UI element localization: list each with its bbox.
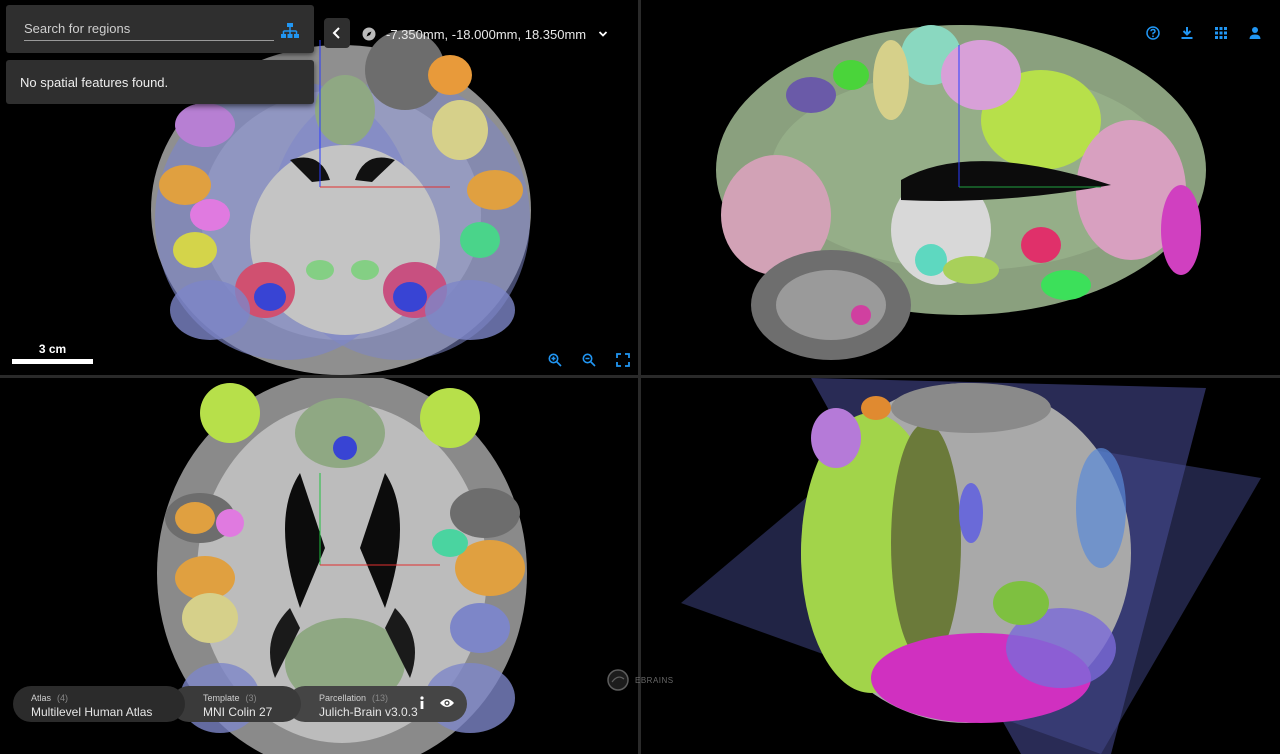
- account-icon[interactable]: [1248, 26, 1262, 40]
- atlas-chip-value: Multilevel Human Atlas: [31, 705, 153, 719]
- download-icon[interactable]: [1180, 26, 1194, 40]
- spatial-features-panel: No spatial features found.: [6, 60, 314, 104]
- atlas-chip[interactable]: Atlas (4) Multilevel Human Atlas: [13, 686, 185, 722]
- search-panel: [6, 5, 314, 53]
- 3d-viewport[interactable]: [641, 378, 1280, 754]
- parcellation-actions: [417, 696, 455, 710]
- viewport-divider-horizontal[interactable]: [0, 375, 1280, 378]
- coronal-viewport[interactable]: [0, 0, 638, 375]
- parcellation-chip-count: (13): [372, 693, 389, 703]
- atlas-selector-chips: Atlas (4) Multilevel Human Atlas Template…: [13, 686, 467, 722]
- scale-line: [12, 359, 93, 364]
- hierarchy-tree-icon[interactable]: [280, 21, 300, 41]
- top-toolbar: [1146, 26, 1262, 40]
- coronal-slice-image: [151, 30, 531, 375]
- eye-icon[interactable]: [439, 697, 455, 709]
- template-chip-value: MNI Colin 27: [203, 705, 273, 719]
- ebrains-logo-icon: [607, 669, 629, 691]
- chevron-left-icon: [332, 27, 340, 39]
- viewport-tools: [548, 353, 630, 367]
- coordinates-text: -7.350mm, -18.000mm, 18.350mm: [386, 26, 587, 42]
- parcellation-chip[interactable]: Parcellation (13) Julich-Brain v3.0.3: [287, 686, 467, 722]
- scale-label: 3 cm: [38, 342, 67, 356]
- parcellation-chip-title: Parcellation: [319, 693, 367, 703]
- template-chip-count: (3): [245, 693, 257, 703]
- help-icon[interactable]: [1146, 26, 1160, 40]
- apps-grid-icon[interactable]: [1214, 26, 1228, 40]
- scale-bar: 3 cm: [12, 342, 93, 364]
- compass-icon: [362, 27, 376, 41]
- maximize-icon[interactable]: [616, 353, 630, 367]
- template-chip[interactable]: Template (3) MNI Colin 27: [171, 686, 301, 722]
- collapse-panel-button[interactable]: [324, 18, 350, 48]
- info-icon[interactable]: [417, 696, 427, 710]
- zoom-out-icon[interactable]: [582, 353, 596, 367]
- chevron-down-icon[interactable]: [598, 29, 608, 39]
- coordinate-readout[interactable]: -7.350mm, -18.000mm, 18.350mm: [362, 24, 608, 44]
- ebrains-text: EBRAINS: [635, 675, 674, 685]
- ebrains-logo: EBRAINS: [607, 669, 674, 691]
- spatial-features-message: No spatial features found.: [20, 75, 169, 90]
- sagittal-viewport[interactable]: [641, 0, 1280, 375]
- search-input[interactable]: [24, 17, 274, 41]
- zoom-in-icon[interactable]: [548, 353, 562, 367]
- atlas-chip-count: (4): [57, 693, 69, 703]
- template-chip-title: Template: [203, 693, 240, 703]
- atlas-chip-title: Atlas: [31, 693, 52, 703]
- 3d-brain-render: [681, 378, 1261, 754]
- sagittal-slice-image: [716, 25, 1206, 360]
